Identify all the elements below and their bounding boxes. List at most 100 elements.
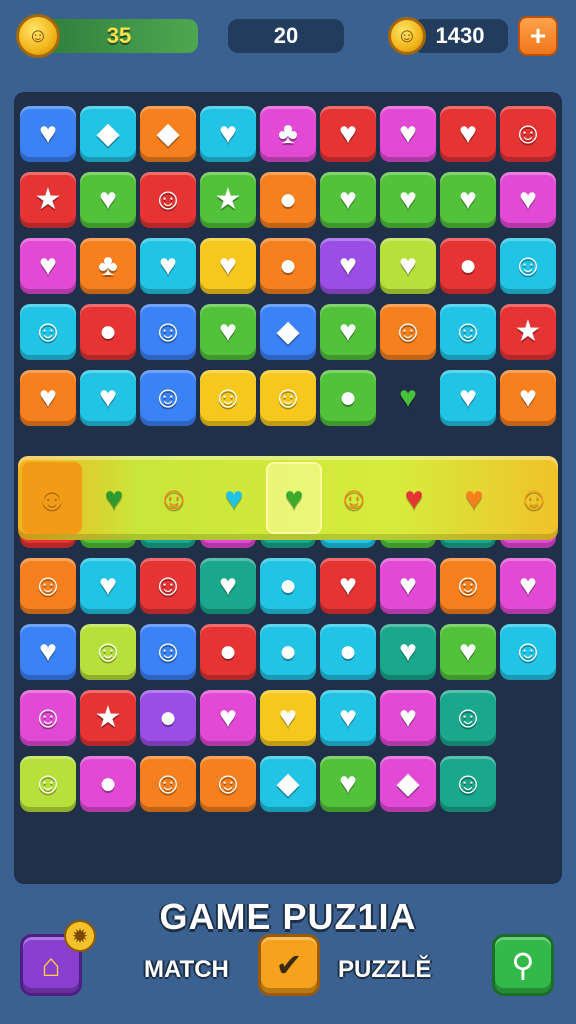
board-tile[interactable]: ● <box>140 690 196 746</box>
strip-tile[interactable]: ☺ <box>506 462 562 534</box>
board-tile[interactable]: ♥ <box>380 624 436 680</box>
board-tile[interactable]: ♥ <box>440 106 496 162</box>
board-tile[interactable]: ● <box>260 558 316 614</box>
board-tile[interactable]: ◆ <box>140 106 196 162</box>
star-icon: ★ <box>514 315 542 348</box>
match-label: MATCH <box>144 956 229 983</box>
board-tile[interactable]: ♥ <box>320 106 376 162</box>
strip-tile[interactable]: ☺ <box>146 462 202 534</box>
board-tile[interactable]: ● <box>80 304 136 360</box>
board-tile[interactable]: ☺ <box>20 558 76 614</box>
board-tile[interactable]: ♥ <box>20 370 76 426</box>
check-button[interactable]: ✔ <box>258 934 320 996</box>
strip-tile[interactable]: ♥ <box>446 462 502 534</box>
star-icon: ★ <box>214 183 242 216</box>
board-tile[interactable]: ☺ <box>140 558 196 614</box>
board-tile[interactable]: ♥ <box>200 106 256 162</box>
add-coins-button[interactable]: + <box>518 16 558 56</box>
board-tile[interactable]: ♥ <box>500 558 556 614</box>
board-tile[interactable]: ♥ <box>380 238 436 294</box>
board-tile[interactable]: ☺ <box>140 756 196 812</box>
heart-icon: ♥ <box>279 701 297 734</box>
board-tile[interactable]: ♥ <box>440 370 496 426</box>
board-tile[interactable]: ★ <box>80 690 136 746</box>
search-button[interactable]: ⚲ <box>492 934 554 996</box>
board-tile[interactable]: ☺ <box>200 756 256 812</box>
board-tile[interactable]: ● <box>320 370 376 426</box>
board-tile[interactable]: ♥ <box>200 558 256 614</box>
board-tile[interactable]: ♥ <box>140 238 196 294</box>
board-tile[interactable]: ♥ <box>500 172 556 228</box>
board-tile[interactable]: ★ <box>200 172 256 228</box>
board-tile[interactable]: ☺ <box>140 172 196 228</box>
board-tile[interactable]: ☺ <box>80 624 136 680</box>
board-tile[interactable]: ♣ <box>80 238 136 294</box>
board-tile[interactable]: ● <box>440 238 496 294</box>
board-tile[interactable]: ♥ <box>380 690 436 746</box>
board-tile[interactable]: ♥ <box>320 558 376 614</box>
board-tile[interactable]: ♥ <box>320 756 376 812</box>
strip-tile[interactable]: ♥ <box>266 462 322 534</box>
home-icon: ⌂ <box>41 946 61 983</box>
board-tile[interactable]: ☺ <box>380 304 436 360</box>
board-tile[interactable]: ♥ <box>200 238 256 294</box>
board-tile[interactable]: ☺ <box>500 624 556 680</box>
strip-tile[interactable]: ♥ <box>86 462 142 534</box>
strip-tile[interactable]: ☺ <box>326 462 382 534</box>
board-tile[interactable]: ♥ <box>20 106 76 162</box>
board-tile[interactable]: ♥ <box>260 690 316 746</box>
board-tile[interactable]: ☺ <box>140 624 196 680</box>
board-tile[interactable]: ♥ <box>80 172 136 228</box>
blob-icon: ◆ <box>156 117 180 150</box>
board-tile[interactable]: ☺ <box>140 304 196 360</box>
strip-tile[interactable]: ♥ <box>206 462 262 534</box>
board-tile[interactable]: ♥ <box>380 558 436 614</box>
board-tile[interactable]: ☺ <box>440 304 496 360</box>
board-tile[interactable]: ♥ <box>320 172 376 228</box>
board-tile[interactable]: ♥ <box>500 370 556 426</box>
board-tile[interactable]: ● <box>320 624 376 680</box>
board-tile[interactable]: ♥ <box>200 304 256 360</box>
board-tile[interactable]: ♥ <box>200 690 256 746</box>
board-tile[interactable]: ♥ <box>380 172 436 228</box>
board-tile[interactable]: ♥ <box>20 624 76 680</box>
gear-icon[interactable]: ✹ <box>64 920 96 952</box>
board-tile[interactable]: ● <box>260 238 316 294</box>
board-tile[interactable]: ☺ <box>500 238 556 294</box>
board-tile[interactable]: ☺ <box>500 106 556 162</box>
board-tile[interactable]: ● <box>80 756 136 812</box>
board-tile[interactable]: ☺ <box>440 690 496 746</box>
board-tile[interactable]: ♥ <box>440 172 496 228</box>
board-tile[interactable]: ♥ <box>80 370 136 426</box>
board-tile[interactable]: ♥ <box>320 304 376 360</box>
board-tile[interactable]: ♥ <box>320 238 376 294</box>
board-tile[interactable]: ◆ <box>380 756 436 812</box>
board-tile[interactable]: ♥ <box>320 690 376 746</box>
board-tile[interactable]: ☺ <box>20 756 76 812</box>
blob-icon: ◆ <box>276 767 300 800</box>
board-tile[interactable]: ☺ <box>440 756 496 812</box>
board-tile[interactable]: ☺ <box>260 370 316 426</box>
board-tile[interactable]: ♥ <box>440 624 496 680</box>
board-tile[interactable]: ★ <box>20 172 76 228</box>
board-tile[interactable]: ♥ <box>80 558 136 614</box>
board-tile[interactable]: ◆ <box>260 304 316 360</box>
strip-tile[interactable]: ♥ <box>386 462 442 534</box>
board-tile[interactable]: ● <box>260 624 316 680</box>
coins-value: 35 <box>106 23 132 48</box>
board-tile[interactable]: ● <box>260 172 316 228</box>
board-tile[interactable]: ● <box>200 624 256 680</box>
board-tile[interactable]: ◆ <box>260 756 316 812</box>
board-tile[interactable]: ♥ <box>380 370 436 426</box>
board-tile[interactable]: ☺ <box>140 370 196 426</box>
board-tile[interactable]: ♣ <box>260 106 316 162</box>
board-tile[interactable]: ♥ <box>20 238 76 294</box>
board-tile[interactable]: ☺ <box>20 690 76 746</box>
board-tile[interactable]: ☺ <box>20 304 76 360</box>
board-tile[interactable]: ◆ <box>80 106 136 162</box>
strip-tile[interactable]: ☺ <box>22 462 82 534</box>
board-tile[interactable]: ★ <box>500 304 556 360</box>
board-tile[interactable]: ♥ <box>380 106 436 162</box>
board-tile[interactable]: ☺ <box>440 558 496 614</box>
board-tile[interactable]: ☺ <box>200 370 256 426</box>
